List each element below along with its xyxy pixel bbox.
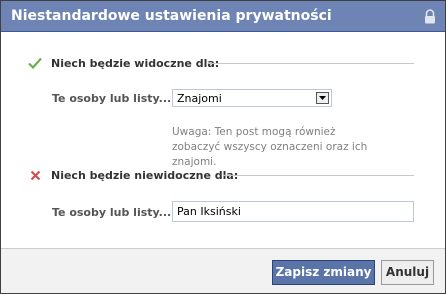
dialog-footer: Zapisz zmiany Anuluj (1, 248, 445, 293)
check-icon (27, 56, 43, 70)
save-button[interactable]: Zapisz zmiany (272, 260, 375, 285)
hidden-field-label: Te osoby lub listy...: (52, 206, 176, 219)
dialog-title-bar: Niestandardowe ustawienia prywatności (1, 1, 445, 32)
hidden-section-title: Niech będzie niewidoczne dla: (51, 168, 239, 182)
dialog-title: Niestandardowe ustawienia prywatności (11, 8, 332, 24)
privacy-dialog: Niestandardowe ustawienia prywatności Ni… (0, 0, 446, 294)
visible-audience-value: Znajomi (177, 92, 222, 105)
chevron-down-icon[interactable] (316, 92, 329, 104)
hidden-section-heading: Niech będzie niewidoczne dla: (27, 168, 238, 182)
cancel-button[interactable]: Anuluj (381, 260, 434, 285)
visible-field-label: Te osoby lub listy...: (52, 92, 176, 105)
visible-audience-select[interactable]: Znajomi (172, 89, 332, 107)
hidden-audience-input[interactable]: Pan Iksiński (172, 201, 414, 222)
hidden-section-divider (223, 168, 414, 182)
dialog-body: Niestandardowe ustawienia prywatności Ni… (0, 0, 446, 294)
hidden-audience-value: Pan Iksiński (177, 205, 241, 218)
visible-section-divider (209, 56, 414, 70)
lock-icon (425, 9, 435, 24)
visible-section-heading: Niech będzie widoczne dla: (27, 56, 219, 70)
visibility-note: Uwaga: Ten post mogą również zobaczyć ws… (172, 126, 368, 168)
visible-section-title: Niech będzie widoczne dla: (51, 56, 220, 70)
cross-icon (27, 168, 43, 182)
